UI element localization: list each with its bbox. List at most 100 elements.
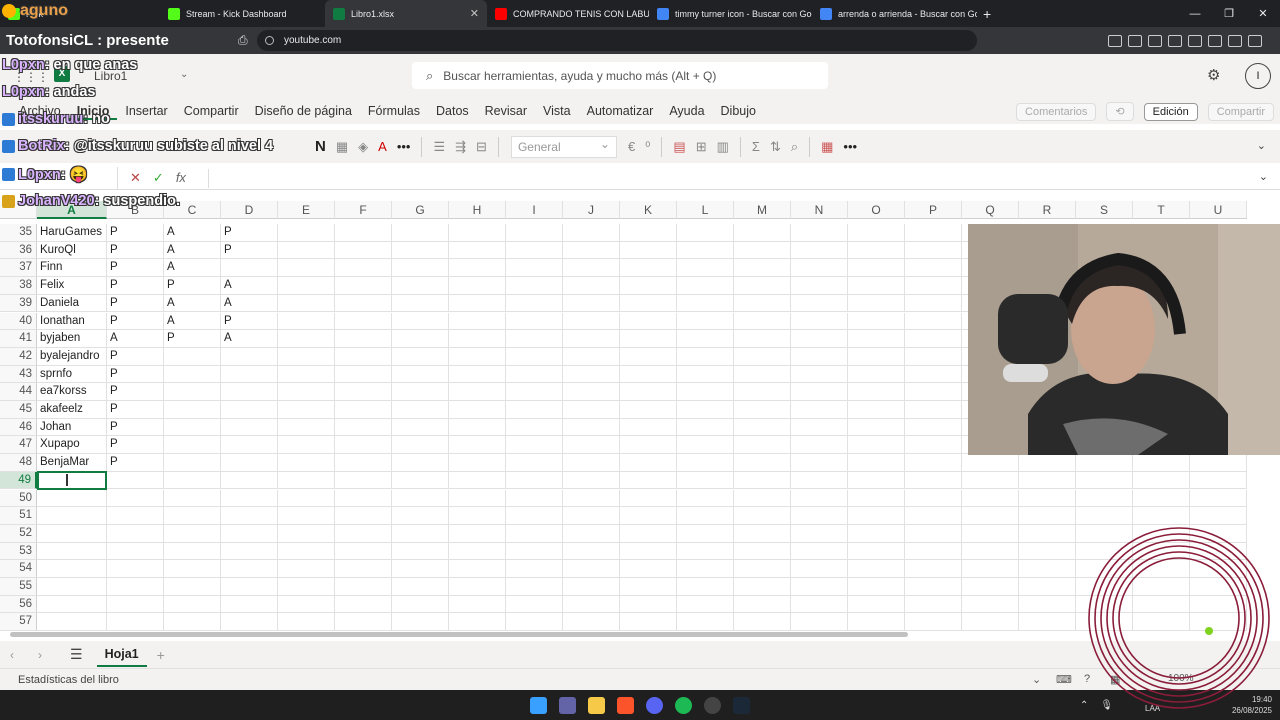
table-cell[interactable] (449, 347, 506, 366)
table-cell[interactable] (620, 454, 677, 472)
table-cell[interactable] (848, 347, 905, 366)
table-cell[interactable] (221, 542, 278, 561)
table-cell[interactable] (734, 436, 791, 455)
table-cell[interactable] (677, 613, 734, 631)
table-cell[interactable]: P (107, 241, 164, 260)
comments-button[interactable]: Comentarios (1016, 102, 1097, 121)
browser-tab[interactable]: Stream - Kick Dashboard (160, 0, 325, 27)
table-cell[interactable] (734, 507, 791, 525)
table-cell[interactable]: P (107, 312, 164, 331)
table-cell[interactable] (278, 241, 335, 260)
table-cell[interactable] (734, 330, 791, 348)
table-cell[interactable] (392, 383, 449, 401)
table-cell[interactable]: sprnfo (37, 365, 107, 384)
table-cell[interactable] (677, 259, 734, 278)
table-cell[interactable] (1019, 524, 1076, 543)
table-cell[interactable] (392, 524, 449, 543)
table-cell[interactable] (734, 294, 791, 313)
table-cell[interactable] (1019, 578, 1076, 596)
table-cell[interactable] (563, 489, 620, 508)
ribbon-tab[interactable]: Automatizar (579, 104, 662, 120)
new-tab-icon[interactable]: + (983, 6, 991, 22)
browser-tab[interactable]: Libro1.xlsx ✕ (325, 0, 487, 27)
table-cell[interactable] (563, 471, 620, 490)
file-explorer-icon[interactable] (588, 696, 605, 714)
table-cell[interactable] (449, 595, 506, 614)
table-cell[interactable] (335, 436, 392, 455)
table-cell[interactable] (905, 436, 962, 455)
table-cell[interactable] (905, 595, 962, 614)
search-box[interactable]: ⌕ Buscar herramientas, ayuda y mucho más… (412, 62, 828, 89)
row-header[interactable]: 54 (0, 560, 37, 578)
table-cell[interactable] (791, 542, 848, 561)
catch-up-button[interactable]: ⟲ (1106, 102, 1134, 121)
table-cell[interactable] (905, 560, 962, 578)
table-cell[interactable] (278, 330, 335, 348)
table-cell[interactable] (848, 383, 905, 401)
table-cell[interactable] (848, 613, 905, 631)
table-cell[interactable] (563, 418, 620, 437)
column-header[interactable]: K (620, 201, 677, 219)
table-cell[interactable] (392, 365, 449, 384)
table-cell[interactable] (677, 578, 734, 596)
table-cell[interactable] (37, 507, 107, 525)
table-cell[interactable] (563, 507, 620, 525)
table-cell[interactable] (449, 489, 506, 508)
row-header[interactable]: 37 (0, 259, 37, 278)
table-cell[interactable] (848, 542, 905, 561)
enter-icon[interactable]: ✓ (153, 170, 164, 186)
table-cell[interactable] (734, 560, 791, 578)
table-cell[interactable] (791, 347, 848, 366)
prev-sheet-icon[interactable]: ‹ (10, 648, 28, 662)
table-cell[interactable] (563, 224, 620, 242)
table-cell[interactable] (677, 241, 734, 260)
table-cell[interactable] (1190, 454, 1247, 472)
column-header[interactable]: Q (962, 201, 1019, 219)
table-cell[interactable] (506, 507, 563, 525)
brave-icon[interactable] (617, 696, 634, 714)
table-cell[interactable] (791, 224, 848, 242)
table-cell[interactable] (506, 595, 563, 614)
table-cell[interactable] (677, 436, 734, 455)
table-cell[interactable] (905, 383, 962, 401)
table-cell[interactable] (278, 277, 335, 295)
cancel-icon[interactable]: ✕ (130, 170, 141, 186)
table-cell[interactable] (506, 560, 563, 578)
align-icon[interactable]: ☰ (433, 139, 445, 155)
table-cell[interactable] (962, 507, 1019, 525)
row-header[interactable]: 36 (0, 241, 37, 260)
column-header[interactable]: J (563, 201, 620, 219)
table-cell[interactable]: A (164, 312, 221, 331)
table-cell[interactable] (620, 436, 677, 455)
table-cell[interactable]: KuroQl (37, 241, 107, 260)
browser-tab[interactable]: arrenda o arrienda - Buscar con Goo (812, 0, 977, 27)
row-header[interactable]: 39 (0, 294, 37, 313)
table-cell[interactable] (791, 436, 848, 455)
find-icon[interactable]: ⌕ (791, 139, 798, 155)
table-cell[interactable] (905, 224, 962, 242)
table-cell[interactable] (563, 542, 620, 561)
table-cell[interactable] (677, 277, 734, 295)
table-cell[interactable] (449, 259, 506, 278)
table-cell[interactable] (221, 383, 278, 401)
table-cell[interactable] (506, 330, 563, 348)
table-cell[interactable]: byalejandro (37, 347, 107, 366)
table-cell[interactable] (107, 595, 164, 614)
table-cell[interactable] (449, 578, 506, 596)
table-cell[interactable] (1019, 471, 1076, 490)
column-header[interactable]: P (905, 201, 962, 219)
table-cell[interactable]: P (107, 418, 164, 437)
table-cell[interactable] (107, 578, 164, 596)
table-cell[interactable] (37, 595, 107, 614)
table-cell[interactable] (392, 312, 449, 331)
table-cell[interactable] (1019, 454, 1076, 472)
table-cell[interactable] (848, 241, 905, 260)
table-cell[interactable] (905, 347, 962, 366)
table-cell[interactable] (221, 365, 278, 384)
table-cell[interactable] (164, 613, 221, 631)
table-cell[interactable] (620, 595, 677, 614)
table-cell[interactable] (449, 418, 506, 437)
table-cell[interactable] (734, 613, 791, 631)
table-cell[interactable] (848, 560, 905, 578)
table-cell[interactable] (449, 383, 506, 401)
